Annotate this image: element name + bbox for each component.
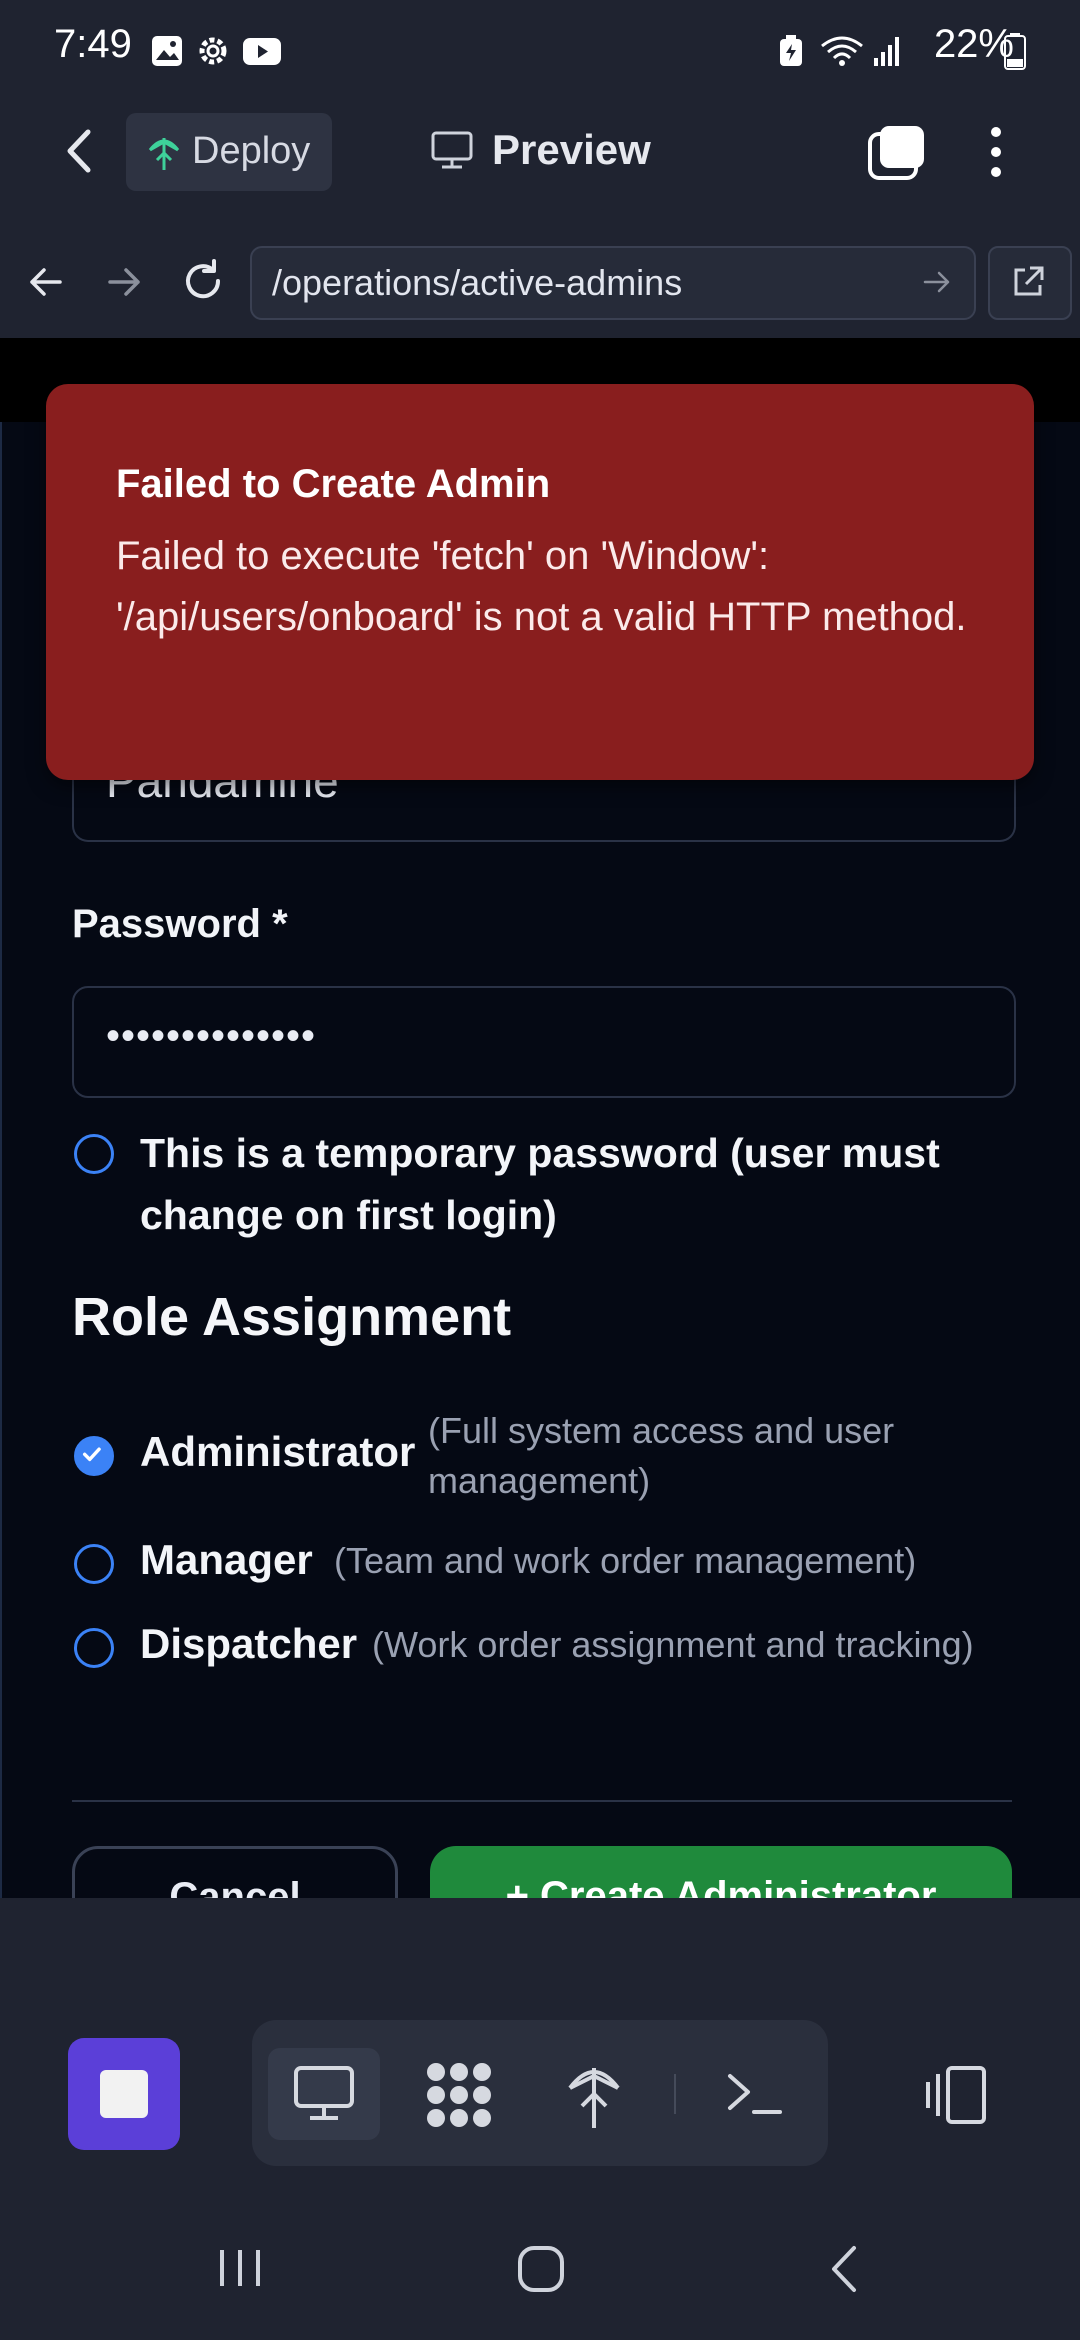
battery-icon [1004, 33, 1026, 70]
settings-icon [199, 37, 227, 65]
battery-saver-icon [780, 35, 802, 66]
role-dispatcher-label: Dispatcher [140, 1620, 358, 1667]
temp-password-checkbox[interactable] [74, 1134, 114, 1174]
role-dispatcher-radio[interactable] [74, 1628, 114, 1668]
wifi-icon [821, 36, 863, 66]
url-text: /operations/active-admins [272, 262, 683, 303]
temp-password-label: This is a temporary password (user must … [140, 1130, 940, 1238]
layout-icon[interactable] [920, 2064, 990, 2126]
home-icon[interactable] [516, 2244, 566, 2294]
open-external-icon [1014, 266, 1044, 296]
cancel-label: Cancel [169, 1875, 301, 1898]
stop-icon [100, 2070, 148, 2118]
role-administrator-radio[interactable] [74, 1436, 114, 1476]
checkmark-icon [82, 1447, 101, 1462]
tabs-icon[interactable] [866, 122, 928, 182]
status-time: 7:49 [54, 22, 132, 66]
nav-forward-icon[interactable] [104, 262, 144, 302]
preview-title[interactable]: Preview [492, 126, 651, 174]
system-back-icon[interactable] [826, 2242, 862, 2296]
toolbar-divider [674, 2074, 676, 2114]
monitor-icon [431, 131, 473, 169]
cancel-button[interactable]: Cancel [72, 1846, 398, 1898]
deploy-tool-icon[interactable] [566, 2058, 622, 2132]
password-value: •••••••••••••• [106, 1014, 317, 1058]
youtube-icon [243, 38, 281, 65]
terminal-icon[interactable] [724, 2068, 784, 2120]
error-toast[interactable]: Failed to Create Admin Failed to execute… [46, 384, 1034, 780]
deploy-icon [148, 138, 180, 170]
deploy-label: Deploy [192, 130, 311, 172]
nav-back-icon[interactable] [26, 262, 66, 302]
go-arrow-icon[interactable] [922, 268, 952, 296]
more-vert-icon[interactable] [984, 124, 1008, 180]
role-administrator-label: Administrator [140, 1428, 416, 1475]
role-administrator-desc: (Full system access and user management) [428, 1410, 895, 1501]
role-assignment-heading: Role Assignment [72, 1287, 512, 1347]
gallery-icon [152, 36, 182, 66]
create-administrator-label: + Create Administrator [505, 1874, 937, 1898]
apps-grid-icon[interactable] [424, 2060, 494, 2130]
toast-title: Failed to Create Admin [116, 462, 551, 506]
back-arrow-icon[interactable] [60, 128, 100, 174]
role-dispatcher-desc: (Work order assignment and tracking) [372, 1624, 974, 1665]
preview-monitor-icon[interactable] [292, 2064, 356, 2124]
signal-icon [874, 37, 899, 66]
divider [72, 1800, 1012, 1802]
role-manager-radio[interactable] [74, 1544, 114, 1584]
recent-apps-icon[interactable] [214, 2246, 266, 2290]
role-manager-desc: (Team and work order management) [334, 1540, 917, 1581]
reload-icon[interactable] [180, 258, 226, 304]
role-manager-label: Manager [140, 1536, 313, 1583]
toast-message: Failed to execute 'fetch' on 'Window': '… [116, 534, 967, 639]
create-administrator-button[interactable]: + Create Administrator [430, 1846, 1012, 1898]
password-label: Password * [72, 902, 288, 946]
battery-percent: 22% [933, 22, 1014, 66]
